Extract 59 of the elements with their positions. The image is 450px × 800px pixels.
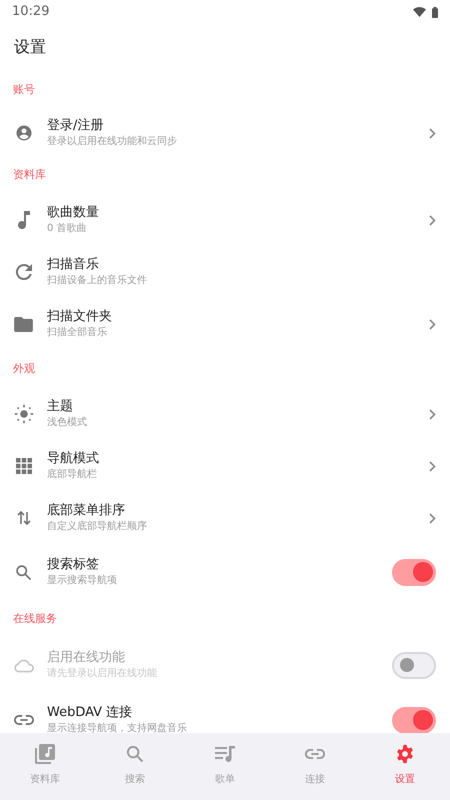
folder-icon [14,316,33,332]
chevron-right-icon [429,128,436,138]
row-subtitle: 扫描设备上的音乐文件 [47,274,148,288]
toggle-switch[interactable] [392,558,436,586]
chevron-right-icon [429,512,436,524]
row-title: WebDAV 连接 [47,704,134,722]
search-icon [126,745,144,763]
row-title: 扫描音乐 [47,256,100,274]
row-title: 登录/注册 [47,117,104,135]
row-subtitle: 自定义底部导航栏顺序 [47,520,148,534]
row-title: 启用在线功能 [47,649,126,667]
row-title: 扫描文件夹 [47,308,113,326]
chevron-right-icon [429,318,436,330]
settings-row[interactable]: 登录/注册 登录以启用在线功能和云同步 [0,110,450,156]
settings-row[interactable]: 搜索标签 显示搜索导航项 [0,544,450,600]
row-subtitle: 显示连接导航项，支持网盘音乐 [47,722,188,733]
playlist-icon [215,746,235,762]
refresh-icon [14,263,32,281]
section-header: 外观 [13,360,35,377]
search-icon [15,564,32,580]
status-time: 10:29 [12,3,50,22]
row-subtitle: 登录以启用在线功能和云同步 [47,135,178,149]
row-subtitle: 底部导航栏 [47,468,98,482]
row-title: 搜索标签 [47,556,100,574]
settings-row[interactable]: 扫描文件夹 扫描全部音乐 [0,298,450,350]
settings-row[interactable]: 底部菜单排序 自定义底部导航栏顺序 [0,492,450,544]
toggle-switch[interactable] [392,706,436,733]
account-icon [14,124,32,142]
battery-icon [432,6,438,18]
row-title: 主题 [47,398,74,416]
row-title: 导航模式 [47,450,100,468]
row-subtitle: 扫描全部音乐 [47,326,108,340]
settings-row[interactable]: 歌曲数量 0 首歌曲 [0,194,450,246]
cloud-icon [13,658,34,672]
chevron-right-icon [429,214,436,226]
row-subtitle: 请先登录以启用在线功能 [47,667,158,681]
settings-icon [395,744,415,764]
section-header: 资料库 [13,166,46,183]
page-title: 设置 [14,36,46,58]
settings-row[interactable]: 扫描音乐 扫描设备上的音乐文件 [0,246,450,298]
settings-row[interactable]: 导航模式 底部导航栏 [0,440,450,492]
link-icon [14,715,34,725]
music-library-icon [35,744,55,764]
section-header: 在线服务 [13,610,57,627]
link-icon [305,749,325,759]
row-title: 底部菜单排序 [47,502,126,520]
section-header: 账号 [13,82,35,98]
chevron-right-icon [429,460,436,472]
row-subtitle: 显示搜索导航项 [47,574,118,588]
wifi-icon [413,7,426,17]
row-subtitle: 0 首歌曲 [47,222,88,236]
settings-row[interactable]: 主题 浅色模式 [0,388,450,440]
music-note-icon [18,211,30,229]
grid-icon [16,458,32,474]
row-title: 歌曲数量 [47,204,100,222]
sun-icon [14,404,34,424]
row-subtitle: 浅色模式 [47,416,88,430]
sort-arrows-icon [16,510,30,526]
chevron-right-icon [429,408,436,420]
